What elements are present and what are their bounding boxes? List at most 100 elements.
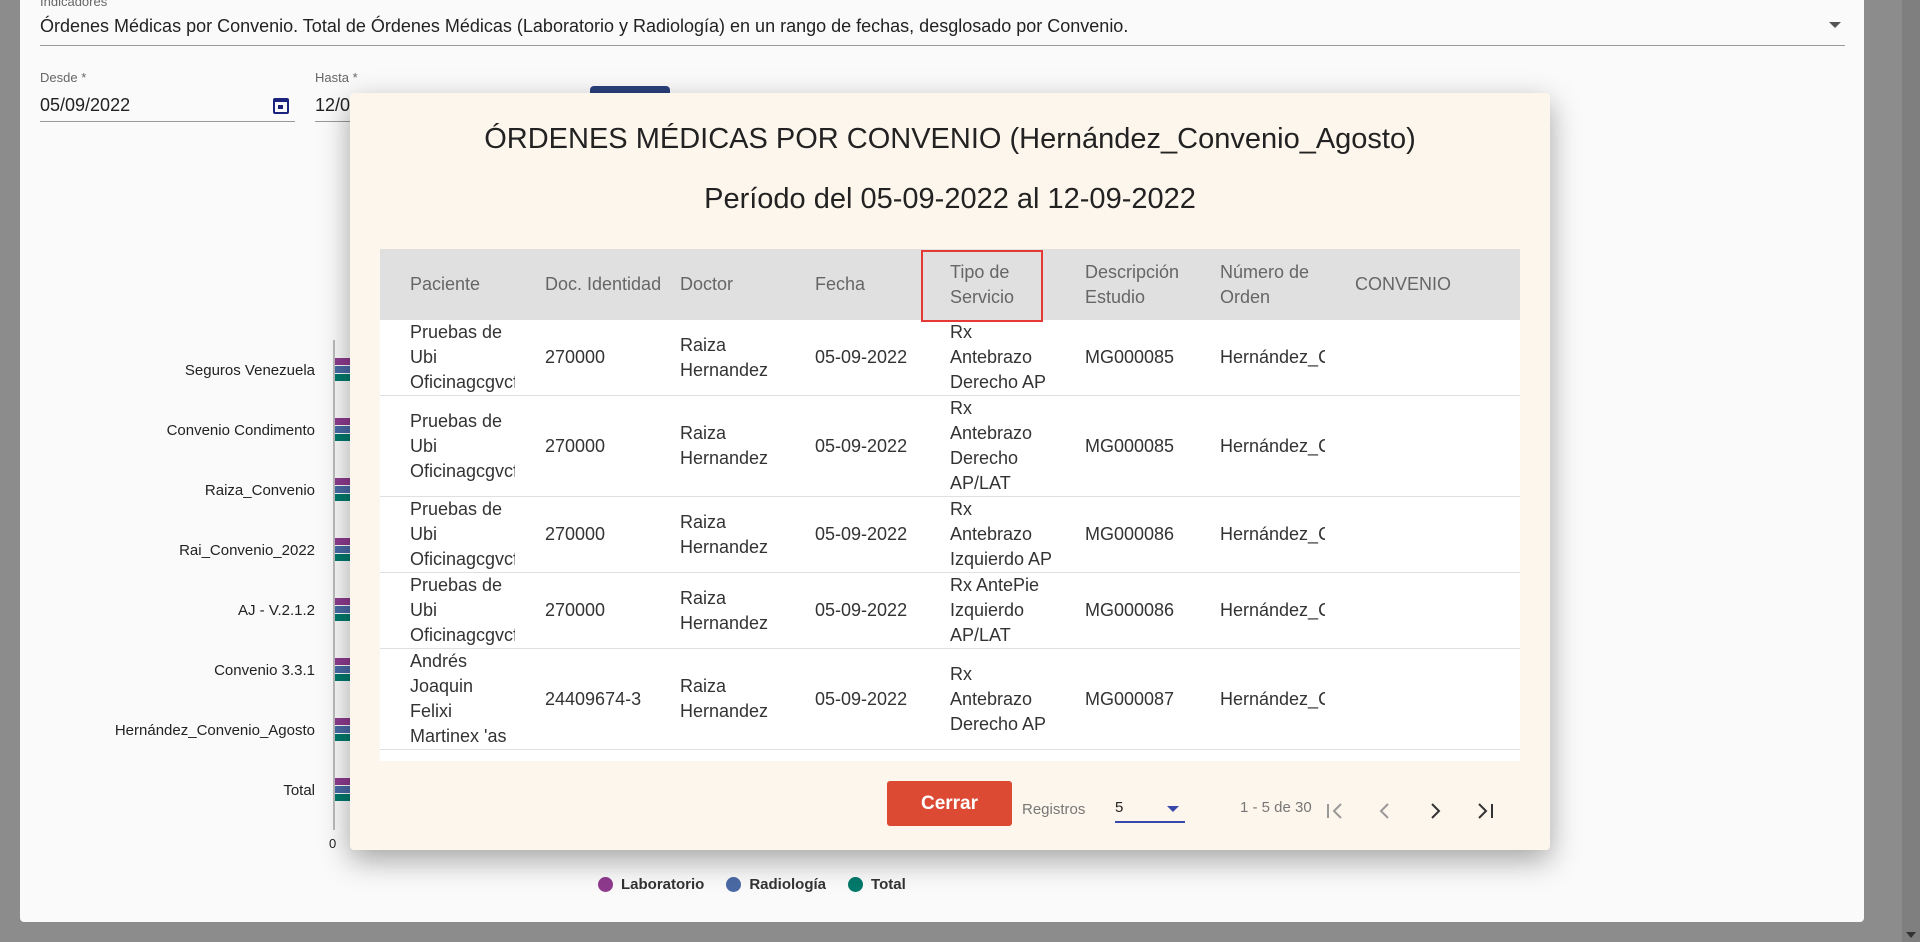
chart-category-label: AJ - V.2.1.2 [238,602,315,619]
table-cell-fecha: 05-09-2022 [785,648,920,750]
legend-item-laboratorio[interactable]: Laboratorio [598,876,704,893]
chart-bar[interactable] [335,426,351,433]
desde-field[interactable]: 05/09/2022 [40,92,295,122]
chart-bar[interactable] [335,486,351,493]
chart-category-label: Raiza_Convenio [204,482,315,499]
table-cell-doc: 270000 [515,496,650,573]
table-cell-doctor: Raiza Hernandez [650,572,785,649]
chart-bar[interactable] [335,614,351,621]
chart-bar[interactable] [335,778,351,785]
table-cell-doc: 270000 [515,320,650,396]
table-cell-orden: Hernández_Convenio_Agosto [1190,572,1325,649]
chart-bar[interactable] [335,434,351,441]
table-cell-tipo: Rx Antebrazo Derecho AP [920,320,1055,396]
table-cell-paciente: Pruebas de Ubi Oficinagcgvcfcg [380,496,515,573]
column-header-descripcion[interactable]: Descripción Estudio [1055,249,1190,320]
table-cell-desc: MG000086 [1055,496,1190,573]
chart-bar[interactable] [335,598,351,605]
indicator-value: Órdenes Médicas por Convenio. Total de Ó… [40,16,1129,36]
table-cell-convenio [1325,648,1520,750]
chart-bar[interactable] [335,794,351,801]
chart-bar[interactable] [335,658,351,665]
column-header-tipo-servicio[interactable]: Tipo de Servicio [920,249,1055,322]
chart-bar[interactable] [335,374,351,381]
table-cell-fecha: 05-09-2022 [785,496,920,573]
calendar-icon[interactable] [273,98,289,114]
first-page-button[interactable] [1315,791,1355,831]
chart-category-label: Rai_Convenio_2022 [179,542,315,559]
legend-dot [848,877,864,892]
table-cell-doc: 270000 [515,395,650,497]
column-header-doctor[interactable]: Doctor [650,249,785,320]
first-page-icon [1327,803,1342,819]
last-page-icon [1478,803,1493,819]
table-cell-tipo: Rx Antebrazo Derecho AP [920,648,1055,750]
chart-bar[interactable] [335,786,351,793]
last-page-button[interactable] [1465,791,1505,831]
legend-item-total[interactable]: Total [848,876,906,893]
chart-bar[interactable] [335,718,351,725]
table-cell-convenio [1325,320,1520,396]
hasta-label: Hasta * [315,70,358,85]
chart-bar[interactable] [335,366,351,373]
table-cell-doctor: Raiza Hernandez [650,320,785,396]
chart-bar[interactable] [335,666,351,673]
column-header-convenio[interactable]: CONVENIO [1325,249,1520,320]
close-button[interactable]: Cerrar [887,781,1012,826]
column-header-doc-identidad[interactable]: Doc. Identidad [515,249,661,320]
chart-bar[interactable] [335,358,351,365]
table-cell-paciente: Pruebas de Ubi Oficinagcgvcfcg [380,320,515,396]
next-page-button[interactable] [1415,791,1455,831]
chevron-down-icon [1829,22,1841,28]
table-cell-desc: MG000087 [1055,648,1190,750]
page-size-select[interactable]: 5 [1115,799,1185,823]
table-row[interactable]: Pruebas de Ubi Oficinagcgvcfcg270000Raiz… [380,572,1520,649]
chart-bar[interactable] [335,418,351,425]
table-cell-tipo: Rx Antebrazo Izquierdo AP [920,496,1055,573]
table-row[interactable]: Andrés Joaquin Felixi Martinex 'as 244096… [380,648,1520,750]
column-header-label: Tipo de Servicio [950,261,1015,307]
indicator-select[interactable]: Órdenes Médicas por Convenio. Total de Ó… [40,12,1845,46]
table-cell-doc: 24409674-3 [515,648,650,750]
table-cell-paciente: Pruebas de Ubi Oficinagcgvcfcg [380,395,515,497]
table-cell-desc: MG000085 [1055,395,1190,497]
chart-axis [333,340,335,830]
chart-bar[interactable] [335,478,351,485]
report-modal: ÓRDENES MÉDICAS POR CONVENIO (Hernández_… [350,93,1550,850]
hasta-field[interactable]: 12/0 [315,92,355,122]
chevron-down-icon [1167,806,1179,812]
table-cell-convenio [1325,572,1520,649]
modal-title: ÓRDENES MÉDICAS POR CONVENIO (Hernández_… [484,123,1416,155]
chart-bar[interactable] [335,494,351,501]
previous-page-button[interactable] [1365,791,1405,831]
table-row[interactable]: Pruebas de Ubi Oficinagcgvcfcg270000Raiz… [380,395,1520,497]
chart-bar[interactable] [335,606,351,613]
scrollbar[interactable] [1902,0,1920,942]
table-cell-fecha: 05-09-2022 [785,572,920,649]
chart-bar[interactable] [335,546,351,553]
page-size-value: 5 [1115,799,1124,816]
chart-bar[interactable] [335,734,351,741]
legend-item-radiologia[interactable]: Radiología [726,876,826,893]
legend-label: Laboratorio [621,876,705,893]
table-cell-doctor: Raiza Hernandez [650,395,785,497]
column-header-numero-orden[interactable]: Número de Orden [1190,249,1325,320]
table-header-row: Paciente Doc. Identidad Doctor Fecha Tip… [380,249,1520,322]
column-header-fecha[interactable]: Fecha [785,249,920,320]
chart-bar[interactable] [335,538,351,545]
chart-bar[interactable] [335,726,351,733]
scroll-down-icon[interactable] [1906,932,1916,938]
table-row[interactable]: Pruebas de Ubi Oficinagcgvcfcg270000Raiz… [380,320,1520,396]
legend-label: Total [871,876,906,893]
table-cell-doc: 270000 [515,572,650,649]
orders-table: Paciente Doc. Identidad Doctor Fecha Tip… [380,249,1520,761]
modal-subtitle: Período del 05-09-2022 al 12-09-2022 [704,183,1196,215]
chart-bar[interactable] [335,554,351,561]
table-cell-convenio [1325,395,1520,497]
hasta-value: 12/0 [315,95,351,115]
table-cell-orden: Hernández_Convenio_Agosto [1190,648,1325,750]
chart-bar[interactable] [335,674,351,681]
table-row[interactable]: Pruebas de Ubi Oficinagcgvcfcg270000Raiz… [380,496,1520,573]
column-header-paciente[interactable]: Paciente [380,249,515,320]
table-cell-doctor: Raiza Hernandez [650,496,785,573]
